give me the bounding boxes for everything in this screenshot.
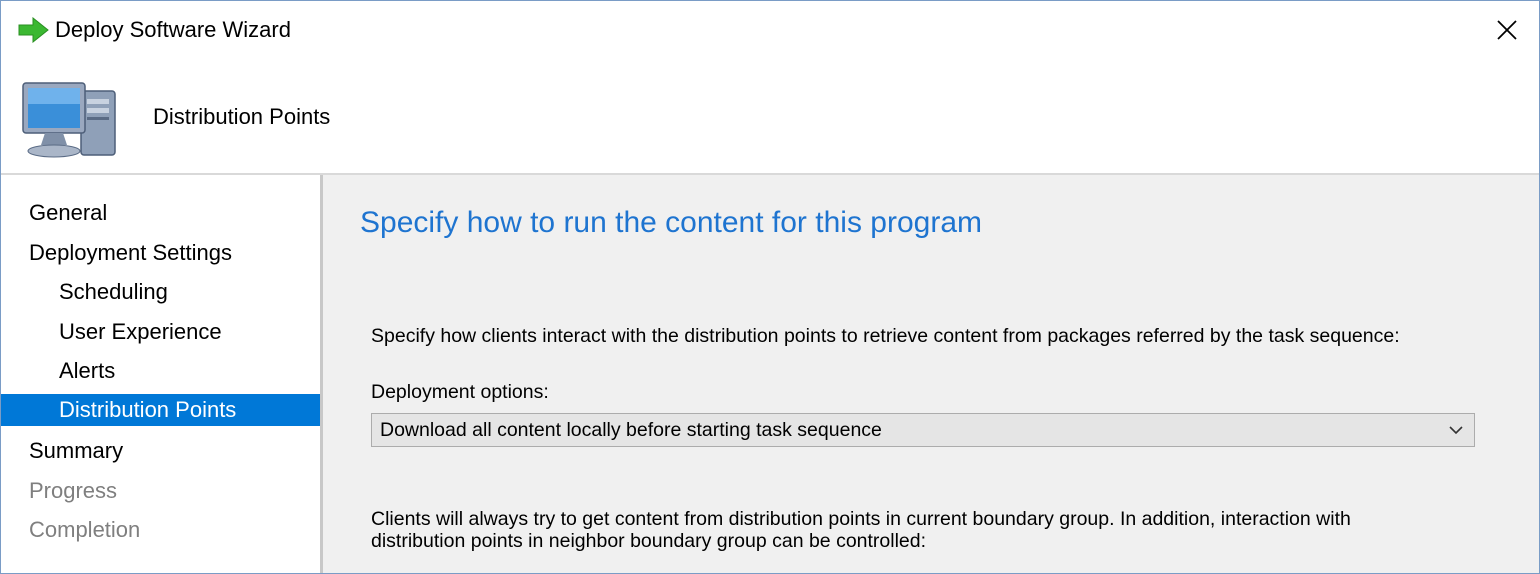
- sidebar-item-progress: Progress: [29, 478, 118, 503]
- page-title: Distribution Points: [153, 104, 331, 129]
- window-title: Deploy Software Wizard: [55, 17, 291, 42]
- sidebar-item-summary[interactable]: Summary: [1, 435, 320, 467]
- green-arrow-icon: [18, 17, 49, 43]
- sidebar-item-general[interactable]: General: [1, 197, 320, 229]
- close-icon: [1497, 20, 1517, 40]
- content-heading: Specify how to run the content for this …: [360, 206, 982, 239]
- sidebar-item-user-experience[interactable]: User Experience: [1, 316, 320, 348]
- sidebar-item-alerts[interactable]: Alerts: [1, 355, 320, 387]
- wizard-steps-sidebar: General Deployment Settings Scheduling U…: [1, 175, 320, 573]
- sidebar-item-completion: Completion: [29, 517, 141, 542]
- close-button[interactable]: [1475, 1, 1539, 59]
- deploy-software-wizard-window: Deploy Software Wizard Distribution Poin…: [0, 0, 1540, 574]
- boundary-group-note: Clients will always try to get content f…: [371, 508, 1351, 552]
- title-bar: Deploy Software Wizard: [1, 1, 1539, 59]
- chevron-down-icon: [1449, 426, 1463, 435]
- computer-icon: [22, 82, 116, 158]
- deployment-options-label: Deployment options:: [371, 381, 549, 403]
- sidebar-item-distribution-points[interactable]: Distribution Points: [1, 394, 320, 426]
- content-panel: Specify how to run the content for this …: [323, 175, 1539, 573]
- deployment-options-dropdown[interactable]: Download all content locally before star…: [371, 413, 1475, 447]
- instruction-text: Specify how clients interact with the di…: [371, 325, 1400, 347]
- sidebar-item-scheduling[interactable]: Scheduling: [1, 276, 320, 308]
- dropdown-selected-value: Download all content locally before star…: [380, 419, 882, 441]
- sidebar-item-deployment-settings[interactable]: Deployment Settings: [1, 237, 320, 269]
- wizard-header: Distribution Points: [1, 59, 1539, 173]
